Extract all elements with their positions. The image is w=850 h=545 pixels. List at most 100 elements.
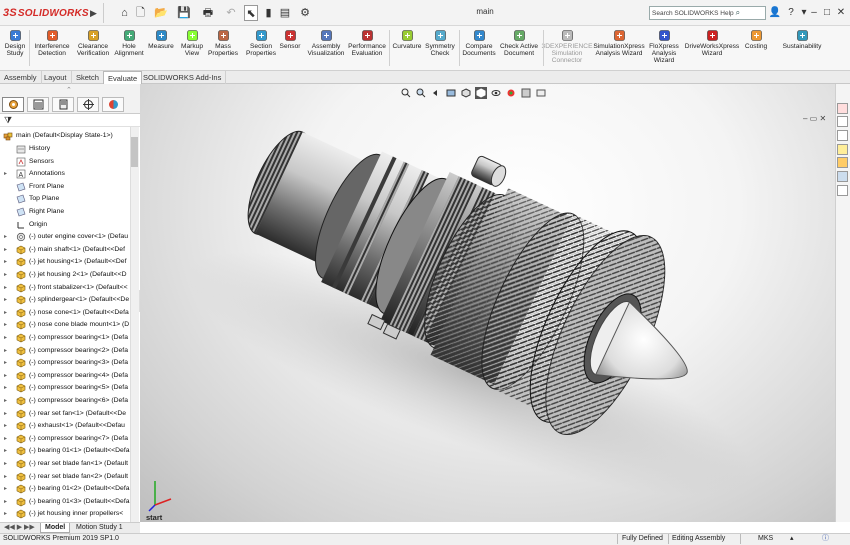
ribbon-button-clearance-verification[interactable]: Clearance Verification bbox=[75, 28, 111, 57]
tree-item[interactable]: ▸ (-) outer engine cover<1> (Defau bbox=[0, 231, 130, 243]
options-icon[interactable]: ⚙ bbox=[296, 5, 314, 21]
solidworks-logo[interactable]: 3S SOLIDWORKS bbox=[3, 6, 89, 20]
close-icon[interactable]: ✕ bbox=[834, 4, 848, 22]
ribbon-button-simulationxpress[interactable]: SimulationXpress Analysis Wizard bbox=[593, 28, 645, 57]
tab-motion-study[interactable]: Motion Study 1 bbox=[72, 523, 127, 533]
feature-manager-tree-icon[interactable] bbox=[2, 97, 24, 112]
tree-item[interactable]: Origin bbox=[0, 219, 130, 231]
select-icon[interactable]: ⬉ bbox=[244, 5, 258, 21]
ribbon-button-floxpress[interactable]: FloXpress Analysis Wizard bbox=[649, 28, 679, 65]
tree-item[interactable]: ▸ (-) main shaft<1> (Default<<Def bbox=[0, 244, 130, 256]
edit-appearance-icon[interactable] bbox=[505, 87, 517, 99]
tab-solidworks-add-ins[interactable]: SOLIDWORKS Add-Ins bbox=[139, 71, 227, 84]
tree-item[interactable]: Front Plane bbox=[0, 181, 130, 193]
expand-arrow-icon[interactable]: ▸ bbox=[4, 508, 7, 520]
search-icon[interactable]: ⌕ bbox=[736, 8, 740, 18]
tree-item[interactable]: ▸ (-) nose cone<1> (Default<<Defa bbox=[0, 307, 130, 319]
tree-item[interactable]: ▸ (-) jet housing<1> (Default<<Def bbox=[0, 256, 130, 268]
tree-item[interactable]: ▸ (-) splindergear<1> (Default<<De bbox=[0, 294, 130, 306]
tab-evaluate[interactable]: Evaluate bbox=[103, 71, 143, 84]
tree-scrollbar[interactable] bbox=[130, 127, 139, 522]
file-explorer-icon[interactable] bbox=[837, 130, 848, 141]
tree-item[interactable]: ▸ (-) front stabalizer<1> (Default<< bbox=[0, 282, 130, 294]
help-icon[interactable]: ? bbox=[784, 4, 798, 22]
expand-arrow-icon[interactable]: ▸ bbox=[4, 445, 7, 457]
ribbon-button-sustainability[interactable]: Sustainability bbox=[780, 28, 824, 50]
ribbon-button-design-study[interactable]: Design Study bbox=[3, 28, 27, 57]
tree-item[interactable]: main (Default<Display State-1>) bbox=[0, 130, 130, 142]
tree-item[interactable]: ▸ (-) compressor bearing<7> (Defa bbox=[0, 433, 130, 445]
zoom-to-area-icon[interactable] bbox=[415, 87, 427, 99]
expand-arrow-icon[interactable]: ▸ bbox=[4, 420, 7, 432]
apply-scene-icon[interactable] bbox=[520, 87, 532, 99]
status-units[interactable]: MKS bbox=[758, 533, 773, 545]
ribbon-button-markup[interactable]: Markup View bbox=[180, 28, 204, 57]
dimxpert-manager-icon[interactable] bbox=[77, 97, 99, 112]
tree-item[interactable]: ▸ (-) compressor bearing<3> (Defa bbox=[0, 357, 130, 369]
expand-arrow-icon[interactable]: ▸ bbox=[4, 231, 7, 243]
open-document-icon[interactable]: 📂 bbox=[152, 5, 170, 21]
ribbon-button-section-properties[interactable]: Section Properties bbox=[245, 28, 277, 57]
ribbon-button-check-active-document[interactable]: Check Active Document bbox=[499, 28, 539, 57]
print-icon[interactable]: 🖶 bbox=[199, 5, 217, 21]
expand-arrow-icon[interactable]: ▸ bbox=[4, 332, 7, 344]
rebuild-icon[interactable]: ▮ bbox=[262, 5, 275, 21]
expand-arrow-icon[interactable]: ▸ bbox=[4, 294, 7, 306]
expand-arrow-icon[interactable]: ▸ bbox=[4, 168, 7, 180]
tree-item[interactable]: ▸ A Annotations bbox=[0, 168, 130, 180]
expand-arrow-icon[interactable]: ▸ bbox=[4, 307, 7, 319]
maximize-icon[interactable]: □ bbox=[820, 4, 834, 22]
tree-item[interactable]: ▸ (-) rear set blade fan<2> (Default bbox=[0, 471, 130, 483]
expand-arrow-icon[interactable]: ▸ bbox=[4, 256, 7, 268]
tree-item[interactable]: Right Plane bbox=[0, 206, 130, 218]
search-input[interactable]: Search SOLIDWORKS Help ⌕ bbox=[649, 6, 766, 20]
hide-show-items-icon[interactable] bbox=[490, 87, 502, 99]
filter-icon[interactable]: ⧩ bbox=[4, 115, 12, 126]
tree-item[interactable]: ▸ (-) bearing 01<1> (Default<<Defa bbox=[0, 445, 130, 457]
expand-arrow-icon[interactable]: ▸ bbox=[4, 244, 7, 256]
view-orientation-icon[interactable] bbox=[460, 87, 472, 99]
jet-engine-model[interactable] bbox=[140, 84, 835, 522]
display-style-icon[interactable] bbox=[475, 87, 487, 99]
undo-icon[interactable]: ↶ bbox=[222, 5, 240, 21]
ribbon-button-measure[interactable]: Measure bbox=[148, 28, 174, 50]
menu-expand-icon[interactable]: ▶ bbox=[90, 6, 100, 20]
minimize-icon[interactable]: – bbox=[807, 4, 821, 22]
tree-item[interactable]: ▸ (-) compressor bearing<6> (Defa bbox=[0, 395, 130, 407]
tree-item[interactable]: ▸ (-) compressor bearing<1> (Defa bbox=[0, 332, 130, 344]
tree-item[interactable]: ▸ (-) bearing 01<2> (Default<<Defa bbox=[0, 483, 130, 495]
expand-arrow-icon[interactable]: ▸ bbox=[4, 282, 7, 294]
previous-view-icon[interactable] bbox=[430, 87, 442, 99]
view-settings-icon[interactable] bbox=[535, 87, 547, 99]
tree-item[interactable]: ▸ (-) rear set fan<1> (Default<<De bbox=[0, 408, 130, 420]
tree-item[interactable]: ▸ (-) compressor bearing<2> (Defa bbox=[0, 345, 130, 357]
ribbon-button-3dexperience[interactable]: 3DEXPERIENCE Simulation Connector bbox=[542, 28, 592, 65]
ribbon-button-compare-documents[interactable]: Compare Documents bbox=[462, 28, 496, 57]
forum-icon[interactable] bbox=[837, 185, 848, 196]
expand-arrow-icon[interactable]: ▸ bbox=[4, 496, 7, 508]
user-icon[interactable]: 👤 bbox=[768, 4, 782, 22]
ribbon-button-hole-alignment[interactable]: Hole Alignment bbox=[114, 28, 144, 57]
viewport-window-controls[interactable]: ‒ ▭ ✕ bbox=[803, 114, 833, 123]
tree-item[interactable]: Top Plane bbox=[0, 193, 130, 205]
expand-arrow-icon[interactable]: ▸ bbox=[4, 345, 7, 357]
tree-item[interactable]: ▸ (-) compressor bearing<5> (Defa bbox=[0, 382, 130, 394]
expand-arrow-icon[interactable]: ▸ bbox=[4, 395, 7, 407]
status-units-arrow-icon[interactable]: ▴ bbox=[790, 533, 794, 545]
new-document-icon[interactable]: 🗋 bbox=[134, 5, 147, 21]
ribbon-button-driveworksxpress[interactable]: DriveWorksXpress Wizard bbox=[684, 28, 740, 57]
tree-item[interactable]: ▸ (-) jet housing inner propellers< bbox=[0, 508, 130, 520]
graphics-area[interactable] bbox=[140, 84, 835, 522]
custom-properties-icon[interactable] bbox=[837, 171, 848, 182]
help-status-icon[interactable]: ⓘ bbox=[822, 533, 829, 545]
expand-arrow-icon[interactable]: ▸ bbox=[4, 370, 7, 382]
section-view-icon[interactable] bbox=[445, 87, 457, 99]
panel-grip-icon[interactable]: ⌃ bbox=[66, 86, 72, 94]
ribbon-button-mass-properties[interactable]: Mass Properties bbox=[208, 28, 238, 57]
expand-arrow-icon[interactable]: ▸ bbox=[4, 382, 7, 394]
tree-item[interactable]: Sensors bbox=[0, 156, 130, 168]
tree-item[interactable]: History bbox=[0, 143, 130, 155]
ribbon-button-costing[interactable]: Costing bbox=[743, 28, 769, 50]
tree-item[interactable]: ▸ (-) bearing 01<3> (Default<<Defa bbox=[0, 496, 130, 508]
tab-layout[interactable]: Layout bbox=[40, 71, 72, 84]
